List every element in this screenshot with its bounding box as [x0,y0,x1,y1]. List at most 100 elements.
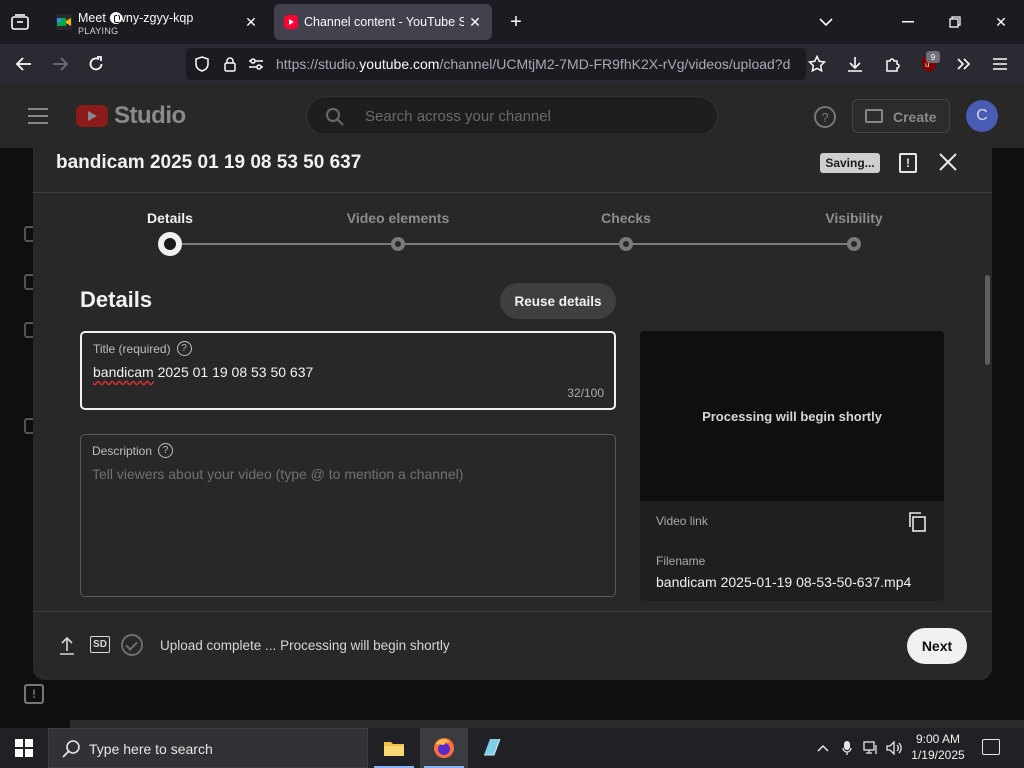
create-label: Create [893,109,937,125]
window-close-icon[interactable]: ✕ [987,8,1015,36]
permissions-icon[interactable] [248,56,264,72]
browser-tab-strip: Meet - wny-zgyy-kqp PLAYING ✕ Channel co… [0,0,1024,44]
overflow-chevrons-icon[interactable] [952,52,976,76]
dialog-scrollbar[interactable] [985,275,990,365]
notepad-app-icon[interactable] [468,728,516,768]
lock-icon[interactable] [222,56,238,72]
reload-icon[interactable] [84,52,108,76]
checks-status-icon[interactable] [121,634,143,656]
search-icon [325,107,345,127]
description-placeholder: Tell viewers about your video (type @ to… [92,466,464,482]
step-video-elements[interactable]: Video elements [347,210,449,226]
step-video-elements-dot[interactable] [391,237,405,251]
dialog-title: bandicam 2025 01 19 08 53 50 637 [56,152,362,173]
close-icon[interactable] [937,151,959,173]
next-button[interactable]: Next [907,628,967,664]
avatar[interactable]: C [966,100,998,132]
help-icon[interactable]: ? [814,106,836,128]
create-button[interactable]: Create [852,99,950,133]
windows-start-icon[interactable] [0,728,48,768]
step-details-dot[interactable] [158,232,182,256]
meet-favicon-icon [56,14,72,30]
studio-search-input[interactable]: Search across your channel [306,96,718,136]
back-arrow-icon[interactable] [12,52,36,76]
tab-close-icon[interactable]: ✕ [466,13,484,31]
search-placeholder: Search across your channel [365,108,551,125]
tab-title: Channel content - YouTube Studio [304,15,464,29]
sd-quality-icon[interactable]: SD [90,636,110,653]
filename-label: Filename [656,554,706,568]
downloads-icon[interactable] [843,52,867,76]
details-heading: Details [80,287,153,312]
tab-meet[interactable]: Meet - wny-zgyy-kqp PLAYING ✕ [46,4,268,40]
studio-horizontal-scrollbar[interactable] [70,720,1024,728]
sidebar-feedback-icon[interactable]: ! [24,684,44,704]
youtube-logo-icon[interactable] [76,105,108,127]
saving-status-badge: Saving... [820,153,880,173]
video-link-label: Video link [656,514,708,528]
processing-message: Processing will begin shortly [702,409,882,424]
new-tab-plus-icon[interactable]: + [504,10,528,34]
tab-subtitle: PLAYING [78,26,119,36]
step-checks-dot[interactable] [619,237,633,251]
taskbar-clock[interactable]: 9:00 AM 1/19/2025 [906,731,970,763]
bookmark-star-icon[interactable] [805,52,829,76]
network-icon[interactable] [863,740,879,756]
file-explorer-icon[interactable] [370,728,418,768]
copy-icon[interactable] [908,512,926,532]
url-bar[interactable]: https://studio.youtube.com/channel/UCMtj… [186,48,806,80]
step-checks[interactable]: Checks [601,210,651,226]
help-circle-icon[interactable]: ? [176,341,192,356]
tab-title: Meet - wny-zgyy-kqp [78,11,194,25]
forward-arrow-icon[interactable] [48,52,72,76]
browser-nav-bar: https://studio.youtube.com/channel/UCMtj… [0,44,1024,84]
title-input-value[interactable]: bandicam 2025 01 19 08 53 50 637 [93,364,313,380]
restore-icon[interactable] [941,8,969,36]
upload-dialog: bandicam 2025 01 19 08 53 50 637 Saving.… [33,133,992,680]
filename-value: bandicam 2025-01-19 08-53-50-637.mp4 [656,574,912,590]
upload-arrow-icon[interactable] [59,636,75,656]
studio-menu-icon[interactable] [28,108,48,124]
step-visibility-dot[interactable] [847,237,861,251]
microphone-icon[interactable] [839,740,855,756]
dialog-header: bandicam 2025 01 19 08 53 50 637 Saving.… [33,133,992,193]
youtube-favicon-icon [284,15,298,29]
feedback-alert-icon[interactable]: ! [899,153,917,173]
firefox-icon[interactable] [420,728,468,768]
upload-status-text: Upload complete ... Processing will begi… [160,638,450,653]
reuse-details-button[interactable]: Reuse details [500,283,616,319]
video-preview-card: Processing will begin shortly Video link… [640,331,944,601]
stepper-line [170,243,854,245]
tab-manager-icon[interactable] [8,10,32,34]
taskbar-search-placeholder: Type here to search [89,741,213,757]
windows-taskbar: Type here to search 9:00 AM 1/19/2025 [0,728,1024,768]
create-video-icon [865,109,883,123]
dialog-footer: SD Upload complete ... Processing will b… [33,611,992,680]
title-char-counter: 32/100 [567,386,604,400]
minimize-icon[interactable] [894,8,922,36]
search-icon [61,739,81,759]
tab-youtube-studio[interactable]: Channel content - YouTube Studio ✕ [274,4,492,40]
volume-icon[interactable] [886,740,902,756]
video-preview-area: Processing will begin shortly [640,331,944,501]
step-visibility[interactable]: Visibility [825,210,882,226]
extensions-puzzle-icon[interactable] [881,52,905,76]
tab-close-icon[interactable]: ✕ [242,13,260,31]
studio-brand: Studio [114,102,186,129]
notification-center-icon[interactable] [982,739,1000,755]
title-field-label: Title (required) ? [93,341,192,356]
clock-time: 9:00 AM [915,732,961,746]
help-circle-icon[interactable]: ? [158,443,174,458]
tray-chevron-up-icon[interactable] [815,740,831,756]
clock-date: 1/19/2025 [911,748,965,762]
description-field[interactable]: Description ? Tell viewers about your vi… [80,434,616,597]
description-field-label: Description ? [92,443,174,458]
chevron-down-icon[interactable] [814,10,838,34]
title-field[interactable]: Title (required) ? bandicam 2025 01 19 0… [80,331,616,410]
step-details[interactable]: Details [147,210,193,226]
taskbar-search-input[interactable]: Type here to search [48,728,368,768]
url-text: https://studio.youtube.com/channel/UCMtj… [276,56,791,72]
shield-icon[interactable] [194,56,210,72]
menu-hamburger-icon[interactable] [988,52,1012,76]
upload-stepper: Details Video elements Checks Visibility [33,193,992,263]
